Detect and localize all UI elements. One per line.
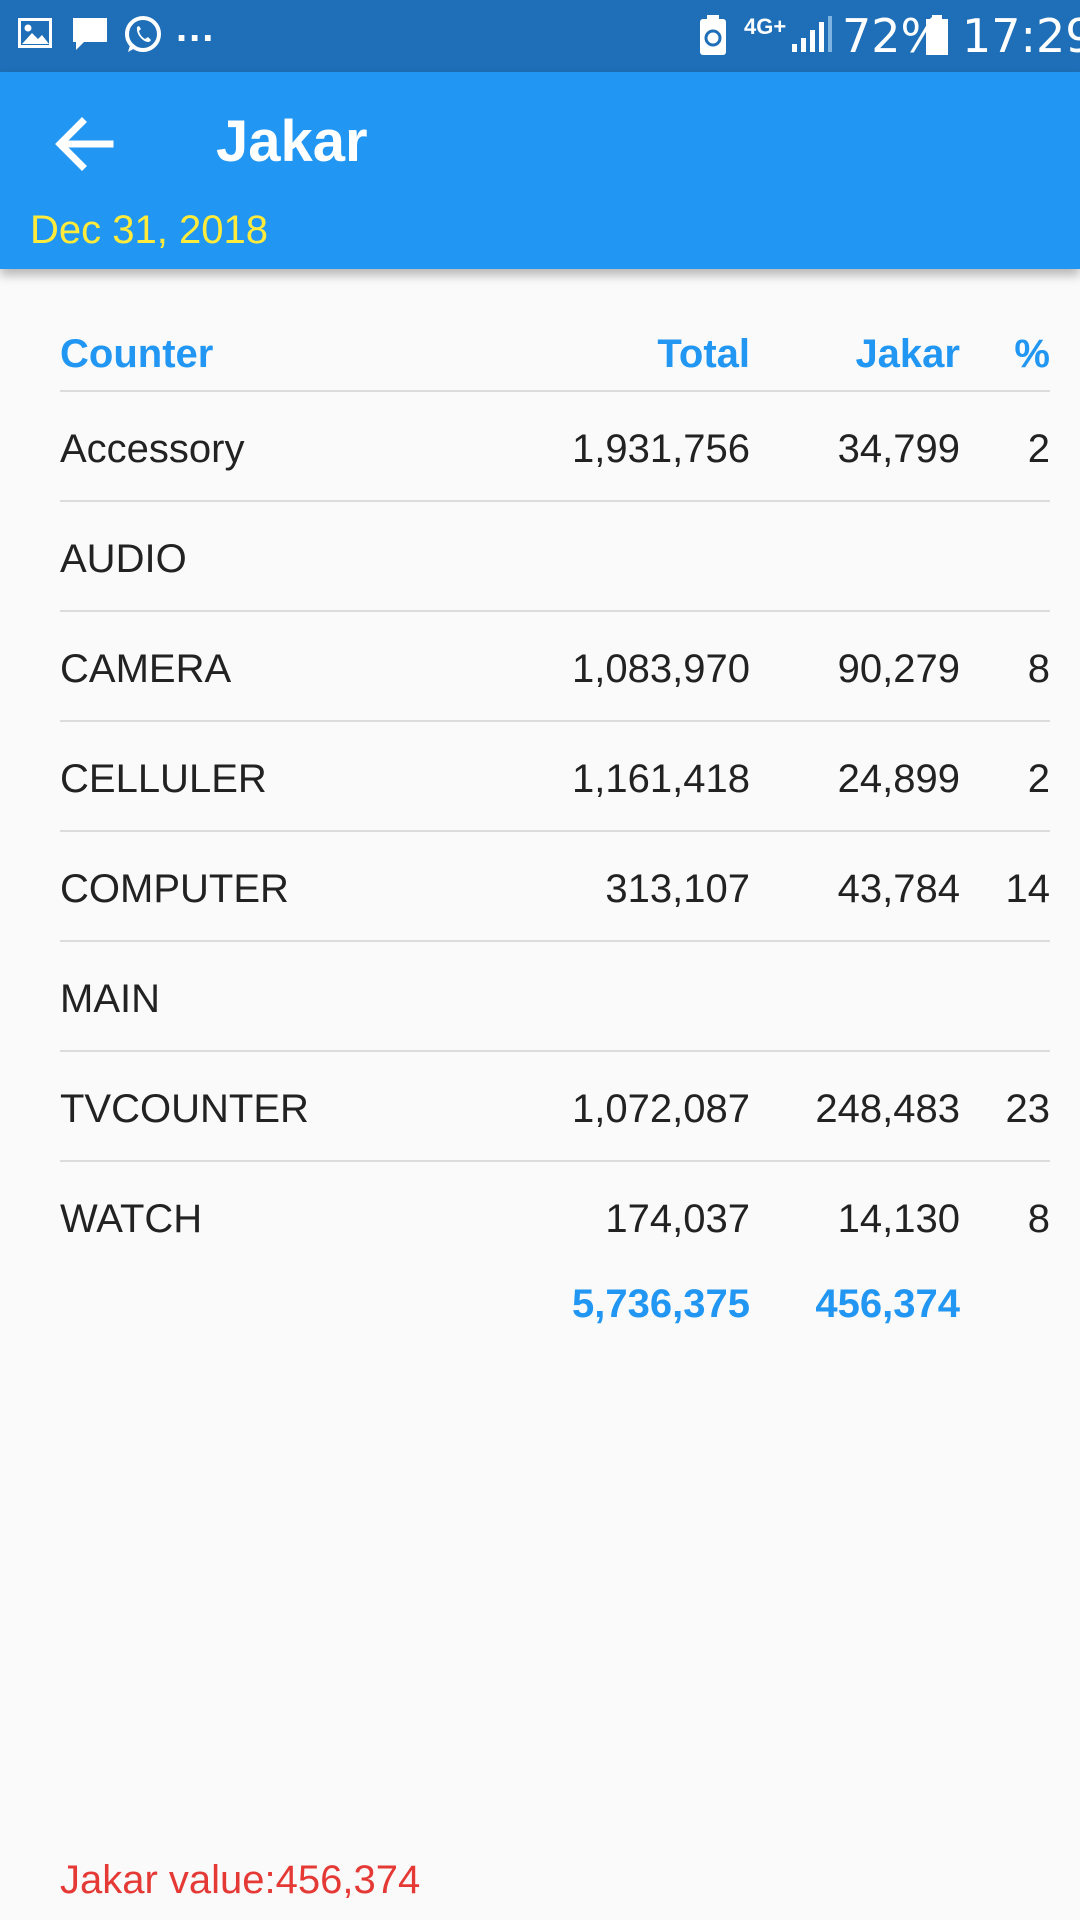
arrow-back-icon [55, 117, 114, 171]
status-bar: ... 4G+ 72% 17:29 [0, 0, 1080, 72]
battery-icon [924, 14, 950, 61]
table-row[interactable]: COMPUTER 313,107 43,784 14 [60, 832, 1050, 942]
row-counter: WATCH [60, 1197, 203, 1241]
clock: 17:29 [962, 9, 1080, 63]
table-row[interactable]: WATCH 174,037 14,130 8 [60, 1162, 1050, 1272]
header-jakar: Jakar [855, 332, 960, 376]
app-bar: Jakar Dec 31, 2018 [0, 72, 1080, 269]
row-percent: 23 [1005, 1087, 1051, 1131]
jakar-total: 456,374 [815, 1282, 960, 1326]
whatsapp-icon [122, 14, 164, 61]
row-jakar: 24,899 [837, 757, 960, 801]
image-icon [16, 14, 54, 57]
grand-total: 5,736,375 [572, 1282, 750, 1326]
table-totals: 5,736,375 456,374 [60, 1272, 1050, 1362]
row-jakar: 43,784 [837, 867, 960, 911]
row-counter: TVCOUNTER [60, 1087, 309, 1131]
row-percent: 8 [1027, 647, 1050, 691]
jakar-value-note: Jakar value:456,374 [60, 1858, 421, 1902]
row-total: 313,107 [605, 867, 750, 911]
row-counter: COMPUTER [60, 867, 289, 911]
row-percent: 2 [1027, 427, 1050, 471]
row-jakar: 248,483 [815, 1087, 960, 1131]
row-counter: AUDIO [60, 537, 187, 581]
row-counter: CELLULER [60, 757, 267, 801]
row-counter: CAMERA [60, 647, 232, 691]
row-percent: 8 [1027, 1197, 1050, 1241]
table-header: Counter Total Jakar % [60, 300, 1050, 392]
row-percent: 14 [1005, 867, 1051, 911]
row-jakar: 90,279 [837, 647, 960, 691]
header-counter: Counter [60, 332, 214, 376]
row-jakar: 14,130 [837, 1197, 960, 1241]
row-counter: Accessory [60, 427, 245, 471]
network-type: 4G+ [744, 14, 787, 39]
table-row[interactable]: CELLULER 1,161,418 24,899 2 [60, 722, 1050, 832]
table-row[interactable]: CAMERA 1,083,970 90,279 8 [60, 612, 1050, 722]
row-total: 1,083,970 [572, 647, 750, 691]
signal-icon [790, 14, 834, 59]
row-counter: MAIN [60, 977, 160, 1021]
row-total: 1,931,756 [572, 427, 750, 471]
page-title: Jakar [216, 109, 368, 174]
table-row[interactable]: MAIN [60, 942, 1050, 1052]
date-subtitle: Dec 31, 2018 [30, 208, 268, 252]
header-total: Total [657, 332, 750, 376]
back-button[interactable] [48, 108, 120, 180]
battery-saver-icon [698, 14, 728, 61]
row-total: 174,037 [605, 1197, 750, 1241]
row-jakar: 34,799 [837, 427, 960, 471]
row-percent: 2 [1027, 757, 1050, 801]
header-percent: % [1014, 332, 1050, 376]
row-total: 1,072,087 [572, 1087, 750, 1131]
table-row[interactable]: TVCOUNTER 1,072,087 248,483 23 [60, 1052, 1050, 1162]
row-total: 1,161,418 [572, 757, 750, 801]
counter-table: Counter Total Jakar % Accessory 1,931,75… [60, 300, 1050, 1362]
chat-icon [70, 14, 110, 59]
table-row[interactable]: Accessory 1,931,756 34,799 2 [60, 392, 1050, 502]
table-row[interactable]: AUDIO [60, 502, 1050, 612]
overflow-indicator: ... [176, 6, 216, 50]
